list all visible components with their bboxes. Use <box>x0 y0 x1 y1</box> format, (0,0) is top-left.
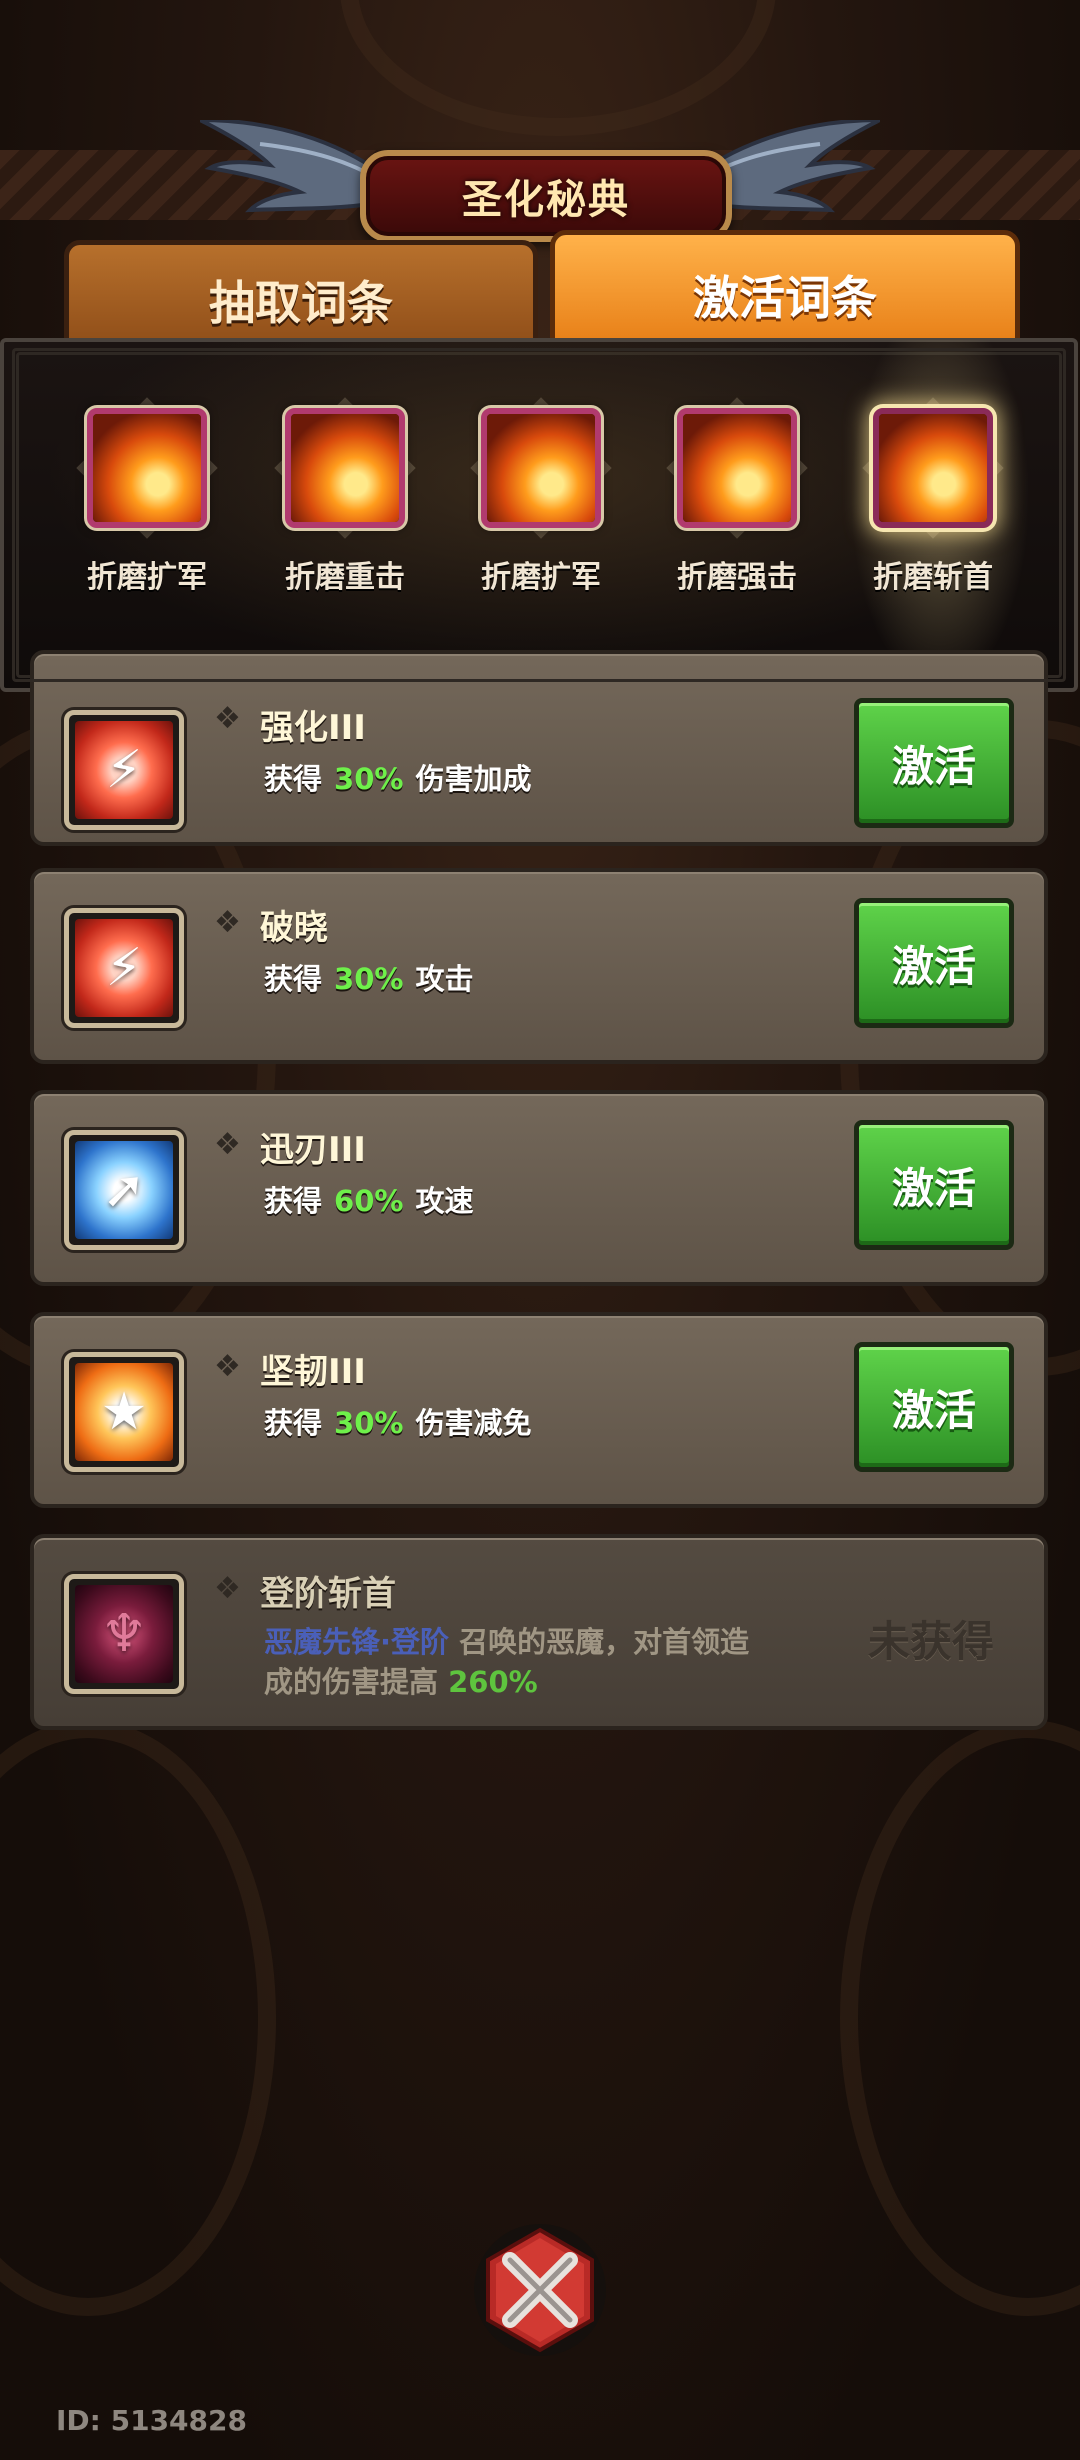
slot-label: 折磨斩首 <box>873 560 993 595</box>
status-not-obtained: 未获得 <box>867 1617 994 1666</box>
affix-name: 登阶斩首 <box>260 1574 396 1614</box>
affix-row-locked: ♆ ❖ 登阶斩首 恶魔先锋·登阶 召唤的恶魔，对首领造 成的伤害提高 260% … <box>30 1534 1048 1730</box>
slot-2[interactable]: 折磨重击 <box>250 390 440 620</box>
affix-name: 迅刃III <box>260 1130 366 1170</box>
activate-button[interactable]: 激活 <box>854 698 1014 828</box>
user-id: ID: 5134828 <box>56 2404 247 2437</box>
affix-row: ➚ ❖ 迅刃III 获得 60% 攻速 激活 <box>30 1090 1048 1286</box>
shield-star-icon: ★ <box>64 1352 184 1472</box>
slot-4[interactable]: 折磨强击 <box>642 390 832 620</box>
diamond-bullet-icon: ❖ <box>214 905 241 940</box>
slot-label: 折磨扩军 <box>481 560 601 595</box>
red-burst-icon: ⚡ <box>64 908 184 1028</box>
activate-button[interactable]: 激活 <box>854 898 1014 1028</box>
background-swirl <box>840 1720 1080 2316</box>
close-icon[interactable] <box>470 2220 610 2360</box>
title-banner: 圣化秘典 <box>0 120 1080 242</box>
slot-5-selected[interactable]: 折磨斩首 <box>838 390 1028 620</box>
fire-skill-icon <box>274 397 416 539</box>
affix-row: ⚡ ❖ 强化III 获得 30% 伤害加成 激活 <box>30 650 1048 846</box>
fire-skill-icon <box>862 397 1004 539</box>
fire-skill-icon <box>76 397 218 539</box>
activate-button[interactable]: 激活 <box>854 1342 1014 1472</box>
fire-skill-icon <box>470 397 612 539</box>
title-plaque: 圣化秘典 <box>360 150 732 242</box>
activate-button[interactable]: 激活 <box>854 1120 1014 1250</box>
diamond-bullet-icon: ❖ <box>214 1349 241 1384</box>
affix-description: 获得 60% 攻速 <box>264 1184 474 1218</box>
affix-description: 恶魔先锋·登阶 召唤的恶魔，对首领造 成的伤害提高 260% <box>264 1625 750 1699</box>
affix-name: 坚韧III <box>260 1352 366 1392</box>
diamond-bullet-icon: ❖ <box>214 701 241 736</box>
affix-description: 获得 30% 攻击 <box>264 962 474 996</box>
page-title: 圣化秘典 <box>462 177 630 223</box>
affix-description: 获得 30% 伤害减免 <box>264 1406 532 1440</box>
affix-description: 获得 30% 伤害加成 <box>264 762 532 796</box>
red-burst-icon: ⚡ <box>64 710 184 830</box>
blue-arrow-icon: ➚ <box>64 1130 184 1250</box>
background-swirl <box>340 0 776 136</box>
affix-name: 破晓 <box>260 908 328 948</box>
game-screen: 圣化秘典 抽取词条 激活词条 折磨扩军 折磨重击 折磨扩军 折磨强击 折磨斩首 … <box>0 0 1080 2460</box>
affix-row: ★ ❖ 坚韧III 获得 30% 伤害减免 激活 <box>30 1312 1048 1508</box>
slot-label: 折磨扩军 <box>87 560 207 595</box>
slot-label: 折磨强击 <box>677 560 797 595</box>
slot-label: 折磨重击 <box>285 560 405 595</box>
diamond-bullet-icon: ❖ <box>214 1127 241 1162</box>
fire-skill-icon <box>666 397 808 539</box>
slot-1[interactable]: 折磨扩军 <box>52 390 242 620</box>
demon-icon: ♆ <box>64 1574 184 1694</box>
affix-row: ⚡ ❖ 破晓 获得 30% 攻击 激活 <box>30 868 1048 1064</box>
diamond-bullet-icon: ❖ <box>214 1571 241 1606</box>
background-swirl <box>0 1720 276 2316</box>
affix-name: 强化III <box>260 708 366 748</box>
slot-3[interactable]: 折磨扩军 <box>446 390 636 620</box>
